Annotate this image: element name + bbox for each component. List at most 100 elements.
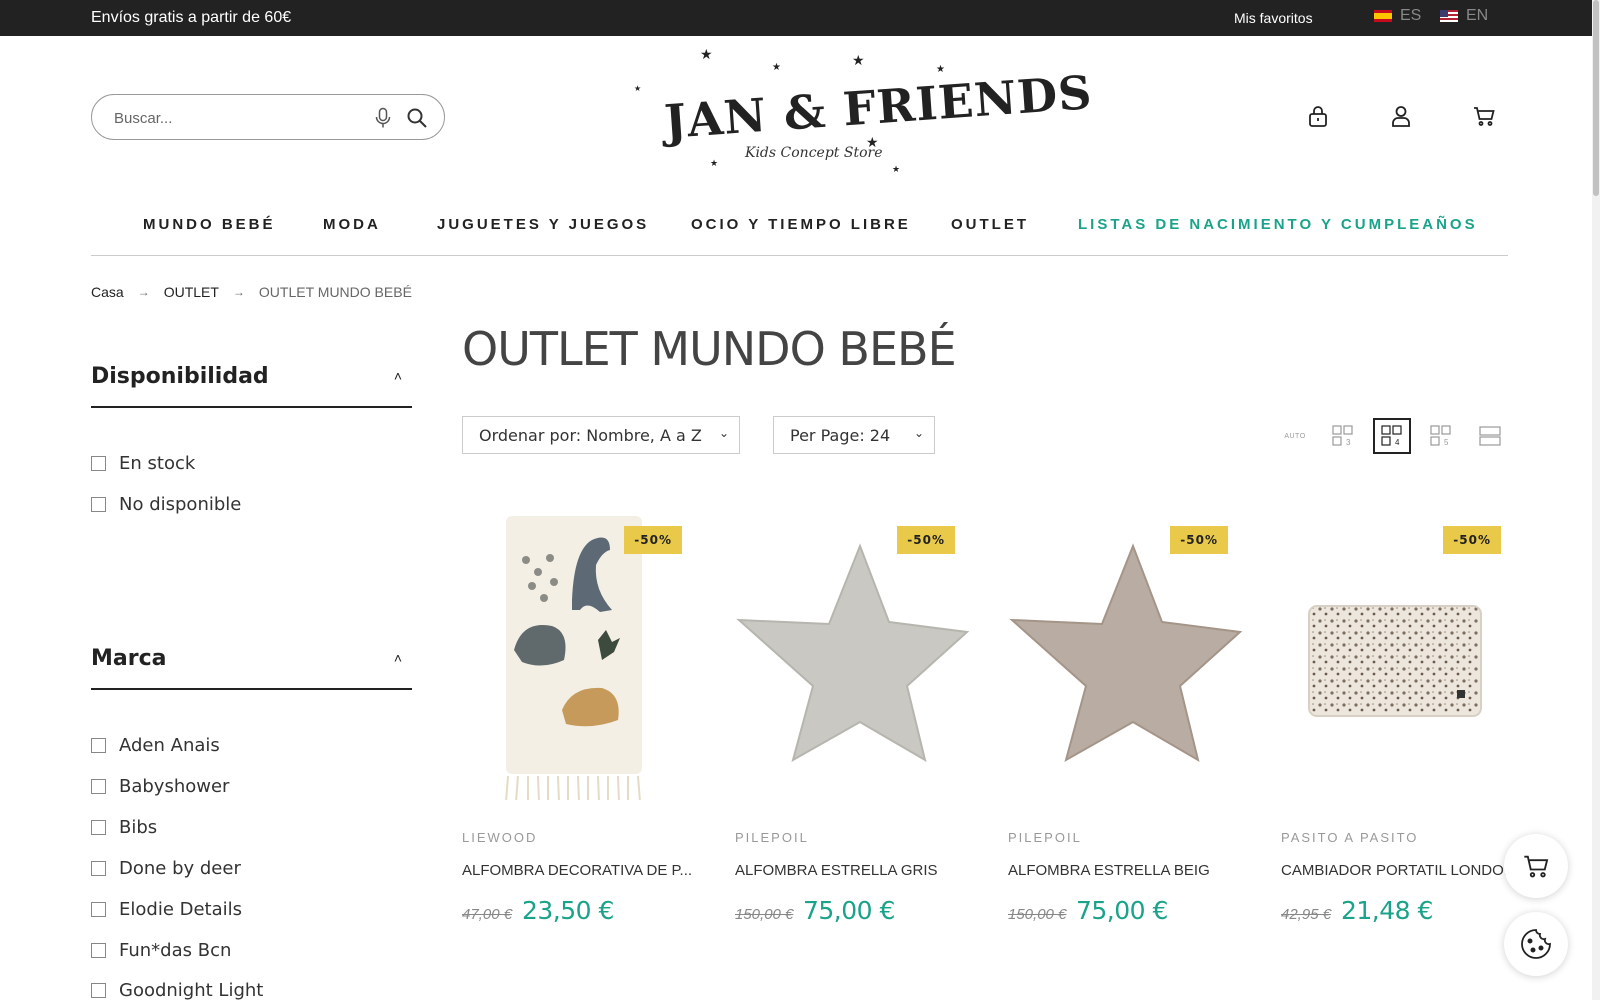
product-name[interactable]: ALFOMBRA DECORATIVA DE P... xyxy=(462,862,707,879)
logo-star-icon: ★ xyxy=(772,62,781,73)
logo-star-icon: ★ xyxy=(700,46,713,62)
scrollbar-thumb[interactable] xyxy=(1593,0,1599,196)
view-5-columns-button[interactable]: 5 xyxy=(1422,418,1460,454)
sort-select-value: Ordenar por: Nombre, A a Z xyxy=(479,426,702,445)
breadcrumb-separator: → xyxy=(137,285,150,299)
view-4-columns-button[interactable]: 4 xyxy=(1373,418,1411,454)
product-card[interactable]: -50% PASITO A PASITO CAMBIADOR PORTATIL … xyxy=(1281,500,1531,940)
chevron-up-icon[interactable]: ˄ xyxy=(394,650,402,666)
product-card[interactable]: -50% LIEWOOD ALFOMBRA DECORATIVA DE P...… xyxy=(462,500,712,940)
product-brand[interactable]: PASITO A PASITO xyxy=(1281,830,1418,845)
discount-badge: -50% xyxy=(1170,526,1228,554)
cookie-icon xyxy=(1521,929,1551,959)
checkbox[interactable] xyxy=(91,902,106,917)
breadcrumb-separator: → xyxy=(232,285,245,299)
checkbox[interactable] xyxy=(91,738,106,753)
filter-availability-title: Disponibilidad xyxy=(91,364,269,389)
filter-option-label: Babyshower xyxy=(119,776,230,797)
filter-option-brand[interactable]: Fun*das Bcn xyxy=(91,940,231,961)
product-name[interactable]: ALFOMBRA ESTRELLA GRIS xyxy=(735,862,980,879)
lang-es[interactable]: ES xyxy=(1374,7,1421,25)
logo-tagline: Kids Concept Store xyxy=(745,145,883,161)
filter-option-brand[interactable]: Done by deer xyxy=(91,858,241,879)
product-old-price: 42,95 € xyxy=(1281,906,1332,923)
nav-listas-de-nacimiento[interactable]: LISTAS DE NACIMIENTO Y CUMPLEAÑOS xyxy=(1078,216,1478,233)
filter-option-brand[interactable]: Goodnight Light xyxy=(91,980,263,1000)
grid-4-icon: 4 xyxy=(1381,425,1402,447)
cart-icon[interactable] xyxy=(1472,104,1496,128)
breadcrumb-home[interactable]: Casa xyxy=(91,284,124,300)
product-old-price: 150,00 € xyxy=(1008,906,1067,923)
product-brand[interactable]: LIEWOOD xyxy=(462,830,537,845)
lock-icon[interactable] xyxy=(1306,104,1330,128)
checkbox[interactable] xyxy=(91,497,106,512)
nav-moda[interactable]: MODA xyxy=(323,216,381,233)
filter-availability-header[interactable]: Disponibilidad ˄ xyxy=(91,364,412,408)
discount-badge: -50% xyxy=(624,526,682,554)
filter-option-brand[interactable]: Babyshower xyxy=(91,776,229,797)
filter-option-label: Fun*das Bcn xyxy=(119,940,232,961)
favorites-link[interactable]: Mis favoritos xyxy=(1234,10,1313,26)
view-5-label: 5 xyxy=(1444,438,1449,447)
checkbox[interactable] xyxy=(91,943,106,958)
search-icon[interactable] xyxy=(406,107,428,129)
view-auto-button[interactable]: AUTO xyxy=(1276,418,1314,454)
nav-juguetes-y-juegos[interactable]: JUGUETES Y JUEGOS xyxy=(437,216,649,233)
page-title: OUTLET MUNDO BEBÉ xyxy=(462,322,957,376)
page-scrollbar[interactable] xyxy=(1592,0,1600,1000)
logo-star-icon: ★ xyxy=(852,52,865,68)
filter-option-en-stock[interactable]: En stock xyxy=(91,453,195,474)
chevron-down-icon: ⌄ xyxy=(718,426,729,440)
logo-star-icon: ★ xyxy=(936,64,945,75)
filter-option-brand[interactable]: Elodie Details xyxy=(91,899,242,920)
nav-outlet[interactable]: OUTLET xyxy=(951,216,1029,233)
user-icon[interactable] xyxy=(1389,104,1413,128)
nav-ocio-y-tiempo-libre[interactable]: OCIO Y TIEMPO LIBRE xyxy=(691,216,911,233)
view-4-label: 4 xyxy=(1395,438,1400,447)
spain-flag-icon xyxy=(1374,10,1392,22)
breadcrumb-outlet[interactable]: OUTLET xyxy=(164,284,219,300)
filter-option-no-disponible[interactable]: No disponible xyxy=(91,494,241,515)
checkbox[interactable] xyxy=(91,983,106,998)
checkbox[interactable] xyxy=(91,456,106,471)
product-old-price: 47,00 € xyxy=(462,906,513,923)
cart-icon xyxy=(1524,855,1549,878)
view-3-label: 3 xyxy=(1346,438,1351,447)
product-card[interactable]: -50% PILEPOIL ALFOMBRA ESTRELLA GRIS 150… xyxy=(735,500,985,940)
search-box xyxy=(91,94,445,140)
discount-badge: -50% xyxy=(1443,526,1501,554)
filter-option-brand[interactable]: Bibs xyxy=(91,817,157,838)
view-list-button[interactable] xyxy=(1471,418,1509,454)
chevron-up-icon[interactable]: ˄ xyxy=(394,368,402,384)
filter-option-label: Done by deer xyxy=(119,858,241,879)
floating-cart-button[interactable] xyxy=(1504,834,1568,898)
free-shipping-promo: Envíos gratis a partir de 60€ xyxy=(91,9,292,26)
product-brand[interactable]: PILEPOIL xyxy=(735,830,809,845)
sort-select[interactable]: Ordenar por: Nombre, A a Z ⌄ xyxy=(462,416,740,454)
lang-en[interactable]: EN xyxy=(1440,7,1488,25)
product-price: 75,00 € xyxy=(803,896,895,925)
microphone-icon[interactable] xyxy=(374,107,392,129)
discount-badge: -50% xyxy=(897,526,955,554)
product-card[interactable]: -50% PILEPOIL ALFOMBRA ESTRELLA BEIG 150… xyxy=(1008,500,1258,940)
product-name[interactable]: ALFOMBRA ESTRELLA BEIG xyxy=(1008,862,1253,879)
logo-star-icon: ★ xyxy=(710,158,719,168)
list-view-icon xyxy=(1479,426,1501,446)
product-name[interactable]: CAMBIADOR PORTATIL LONDO... xyxy=(1281,862,1526,879)
lang-en-label: EN xyxy=(1466,7,1489,24)
checkbox[interactable] xyxy=(91,861,106,876)
site-logo[interactable]: ★ ★ ★ ★ ★ ★ ★ ★ JAN & FRIENDS Kids Conce… xyxy=(620,44,1094,184)
nav-mundo-bebe[interactable]: MUNDO BEBÉ xyxy=(143,216,276,233)
cookie-settings-button[interactable] xyxy=(1504,912,1568,976)
checkbox[interactable] xyxy=(91,779,106,794)
lang-es-label: ES xyxy=(1400,7,1422,24)
usa-flag-icon xyxy=(1440,10,1458,22)
view-3-columns-button[interactable]: 3 xyxy=(1324,418,1362,454)
search-input[interactable] xyxy=(114,107,364,129)
product-brand[interactable]: PILEPOIL xyxy=(1008,830,1082,845)
per-page-select[interactable]: Per Page: 24 ⌄ xyxy=(773,416,935,454)
checkbox[interactable] xyxy=(91,820,106,835)
filter-option-brand[interactable]: Aden Anais xyxy=(91,735,220,756)
filter-brand-header[interactable]: Marca ˄ xyxy=(91,646,412,690)
grid-5-icon: 5 xyxy=(1430,425,1451,447)
